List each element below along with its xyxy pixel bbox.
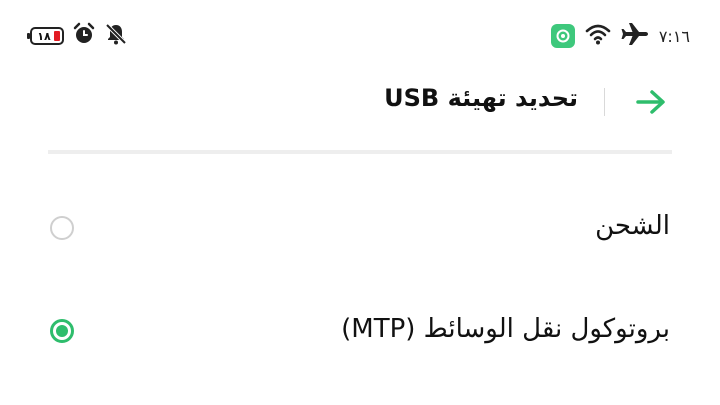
- radio-dot: [56, 325, 68, 337]
- option-label: الشحن: [595, 211, 670, 241]
- option-mtp[interactable]: بروتوكول نقل الوسائط (MTP): [0, 296, 720, 366]
- airplane-icon: [621, 22, 649, 50]
- section-divider: [48, 150, 672, 154]
- app-notification-icon: [550, 24, 575, 48]
- wifi-icon: [585, 23, 611, 49]
- radio-unselected[interactable]: [50, 216, 74, 240]
- status-bar: ١٨ ٧:١٦: [0, 0, 720, 70]
- radio-selected[interactable]: [50, 319, 74, 343]
- arrow-right-icon[interactable]: [634, 86, 668, 122]
- app-header: [0, 70, 720, 140]
- status-left: ١٨: [27, 22, 128, 50]
- battery-level: ١٨: [37, 29, 51, 43]
- option-charging[interactable]: الشحن: [0, 193, 720, 263]
- battery-icon: ١٨: [27, 27, 64, 45]
- page-title: تحديد تهيئة USB: [384, 84, 578, 112]
- clock: ٧:١٦: [658, 26, 690, 46]
- notifications-off-icon: [104, 22, 128, 50]
- option-label: بروتوكول نقل الوسائط (MTP): [341, 314, 670, 344]
- alarm-icon: [72, 22, 96, 50]
- status-right: ٧:١٦: [550, 22, 690, 50]
- battery-fill: [54, 31, 60, 41]
- header-divider: [604, 88, 605, 116]
